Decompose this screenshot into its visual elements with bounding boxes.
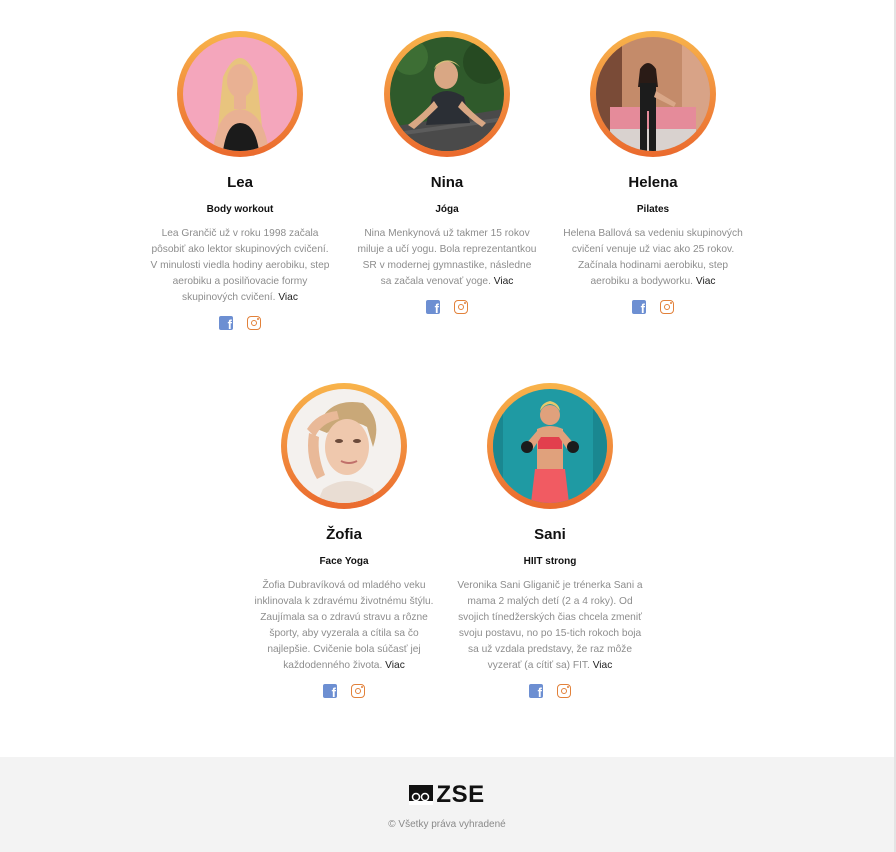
bio-text: Lea Grančič už v roku 1998 začala pôsobi…	[150, 228, 330, 303]
trainer-photo[interactable]	[596, 37, 710, 151]
trainer-card-helena: Helena Pilates Helena Ballová sa vedeniu…	[560, 31, 746, 316]
trainer-class: Pilates	[636, 204, 670, 215]
trainer-class: Face Yoga	[319, 556, 369, 567]
copyright: © Všetky práva vyhradené	[388, 819, 506, 830]
trainer-card-zofia: Žofia Face Yoga Žofia Dubravíková od mla…	[254, 383, 434, 700]
trainer-class: Jóga	[435, 204, 459, 215]
trainer-bio: Lea Grančič už v roku 1998 začala pôsobi…	[150, 226, 330, 306]
more-link[interactable]: Viac	[385, 660, 405, 671]
trainer-photo[interactable]	[287, 389, 401, 503]
facebook-icon[interactable]	[219, 316, 233, 332]
social-links	[456, 684, 644, 700]
instagram-icon[interactable]	[454, 300, 468, 314]
avatar-ring	[487, 383, 613, 509]
instagram-icon[interactable]	[557, 684, 571, 698]
avatar-ring	[177, 31, 303, 157]
bio-text: Veronika Sani Gliganič je trénerka Sani …	[457, 580, 643, 671]
trainer-bio: Helena Ballová sa vedeniu skupinových cv…	[560, 226, 746, 290]
instagram-icon[interactable]	[660, 300, 674, 314]
instagram-icon[interactable]	[351, 684, 365, 698]
facebook-icon[interactable]	[529, 684, 543, 700]
trainer-card-lea: Lea Body workout Lea Grančič už v roku 1…	[150, 31, 330, 332]
trainer-photo[interactable]	[183, 37, 297, 151]
avatar-ring	[590, 31, 716, 157]
social-links	[356, 300, 538, 316]
trainer-bio: Žofia Dubravíková od mladého veku inklin…	[254, 578, 434, 674]
trainer-class: Body workout	[206, 204, 274, 215]
zse-logo-mark-icon	[409, 785, 434, 805]
trainer-class: HIIT strong	[523, 556, 577, 567]
trainer-photo[interactable]	[390, 37, 504, 151]
zse-logo[interactable]: ZSE	[0, 783, 894, 807]
trainer-name: Helena	[628, 174, 678, 191]
facebook-icon[interactable]	[632, 300, 646, 316]
facebook-icon[interactable]	[323, 684, 337, 700]
trainer-bio: Veronika Sani Gliganič je trénerka Sani …	[456, 578, 644, 674]
bio-text: Helena Ballová sa vedeniu skupinových cv…	[563, 228, 743, 287]
trainer-name: Lea	[227, 174, 253, 191]
instagram-icon[interactable]	[247, 316, 261, 330]
social-links	[560, 300, 746, 316]
more-link[interactable]: Viac	[494, 276, 514, 287]
trainer-bio: Nina Menkynová už takmer 15 rokov miluje…	[356, 226, 538, 290]
trainer-photo[interactable]	[493, 389, 607, 503]
avatar-ring	[384, 31, 510, 157]
logo-text: ZSE	[436, 781, 485, 808]
trainer-name: Žofia	[326, 526, 362, 543]
trainer-name: Nina	[430, 174, 464, 191]
facebook-icon[interactable]	[426, 300, 440, 316]
trainer-name: Sani	[534, 526, 566, 543]
bio-text: Žofia Dubravíková od mladého veku inklin…	[254, 580, 434, 671]
trainer-card-sani: Sani HIIT strong Veronika Sani Gliganič …	[456, 383, 644, 700]
social-links	[150, 316, 330, 332]
more-link[interactable]: Viac	[593, 660, 613, 671]
avatar-ring	[281, 383, 407, 509]
social-links	[254, 684, 434, 700]
more-link[interactable]: Viac	[278, 292, 298, 303]
site-footer: ZSE © Všetky práva vyhradené	[0, 757, 894, 852]
more-link[interactable]: Viac	[696, 276, 716, 287]
trainer-card-nina: Nina Jóga Nina Menkynová už takmer 15 ro…	[356, 31, 538, 316]
